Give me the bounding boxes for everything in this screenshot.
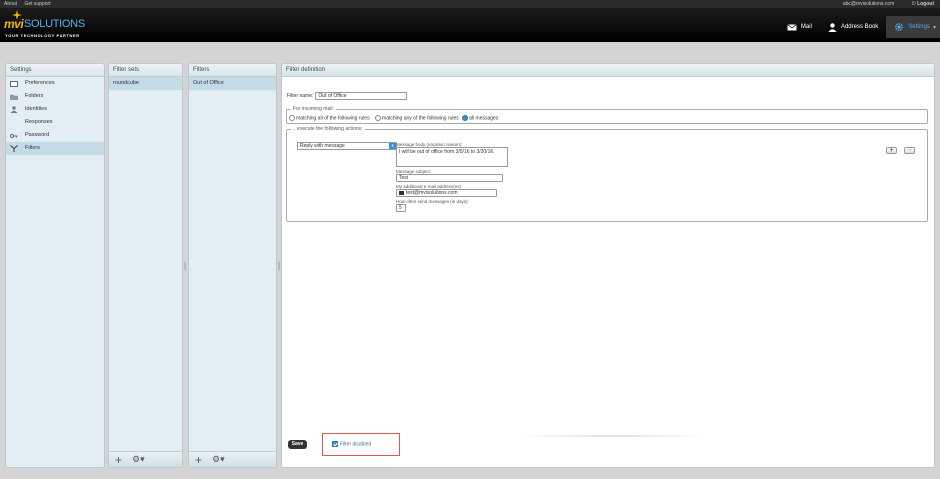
- splitter-handle[interactable]: [278, 262, 280, 270]
- actions-fieldset: ...execute the following actions: Reply …: [286, 126, 928, 222]
- filters-panel: Filters Out of Office + ⚙▾: [188, 63, 277, 468]
- contact-card-icon: [399, 191, 404, 195]
- highlight-box: Filter disabled: [322, 433, 400, 456]
- preferences-icon: [10, 80, 18, 87]
- filter-sets-panel: Filter sets roundcube + ⚙▾: [108, 63, 183, 468]
- settings-item-filters[interactable]: Filters: [6, 142, 104, 155]
- app-header: mvi SOLUTIONS YOUR TECHNOLOGY PARTNER Ma…: [0, 8, 940, 42]
- add-action-button[interactable]: +: [886, 147, 897, 154]
- filter-set-item[interactable]: roundcube: [109, 77, 182, 90]
- filter-sets-footer: + ⚙▾: [109, 451, 182, 467]
- filter-sets-title: Filter sets: [109, 64, 182, 77]
- chevron-down-icon: ▾: [932, 24, 936, 31]
- person-icon: [10, 106, 18, 113]
- add-filter-set-button[interactable]: +: [115, 454, 122, 466]
- filter-disabled-checkbox[interactable]: [332, 441, 338, 447]
- add-filter-button[interactable]: +: [195, 454, 202, 466]
- support-link[interactable]: Get support: [24, 1, 50, 7]
- filter-name-row: Filter name: Out of Office: [287, 92, 928, 100]
- message-subject-input[interactable]: Test: [396, 174, 503, 182]
- user-email: abc@mvisolutions.com: [842, 1, 895, 7]
- filter-icon: [10, 145, 18, 152]
- settings-panel-title: Settings: [6, 64, 104, 77]
- divider: [512, 435, 712, 437]
- nav-mail[interactable]: Mail: [779, 16, 820, 38]
- logout-button[interactable]: ⏻ Logout: [904, 1, 934, 7]
- reply-message-fields: Message body (vacation reason): I will b…: [396, 142, 508, 212]
- mail-icon: [787, 23, 797, 30]
- rule-all-messages-radio[interactable]: [462, 115, 469, 121]
- main-nav: Mail Address Book Settings ▾: [779, 16, 940, 38]
- splitter-handle[interactable]: [184, 262, 186, 270]
- settings-item-identities[interactable]: Identities: [6, 103, 104, 116]
- filter-name-label: Filter name:: [287, 93, 314, 99]
- power-icon: ⏻: [911, 1, 916, 7]
- key-icon: [10, 133, 18, 139]
- additional-address-input[interactable]: test@mvisolutions.com: [396, 189, 497, 197]
- top-line: About Get support abc@mvisolutions.com ⏻…: [0, 0, 940, 8]
- nav-address-book[interactable]: Address Book: [820, 16, 886, 38]
- settings-item-responses[interactable]: Responses: [6, 116, 104, 129]
- filters-title: Filters: [189, 64, 276, 77]
- filter-set-actions-gear-icon[interactable]: ⚙▾: [132, 454, 145, 465]
- select-arrows-icon: ⇕: [389, 143, 396, 149]
- rule-all-radio[interactable]: [289, 115, 295, 121]
- gear-icon: [895, 22, 904, 32]
- save-button[interactable]: Save: [288, 440, 307, 449]
- filter-name-input[interactable]: Out of Office: [315, 92, 408, 100]
- filter-actions-gear-icon[interactable]: ⚙▾: [212, 454, 225, 465]
- filters-footer: + ⚙▾: [189, 451, 276, 467]
- incoming-mail-fieldset: For incoming mail: matching all of the f…: [286, 106, 928, 124]
- filter-disabled-option[interactable]: Filter disabled: [332, 441, 371, 447]
- rule-any-radio[interactable]: [375, 115, 382, 121]
- person-icon: [828, 22, 837, 32]
- settings-item-password[interactable]: Password: [6, 129, 104, 142]
- send-frequency-input[interactable]: 5: [396, 204, 406, 212]
- message-body-textarea[interactable]: I will be out of office from 3/5/16 to 3…: [396, 147, 508, 167]
- folder-icon: [10, 94, 18, 100]
- action-type-select[interactable]: Reply with message ⇕: [297, 142, 397, 150]
- filter-definition-panel: Filter definition Filter name: Out of Of…: [281, 63, 935, 468]
- nav-settings[interactable]: Settings ▾: [886, 16, 940, 38]
- settings-panel: Settings Preferences Folders Identities …: [5, 63, 105, 468]
- send-frequency-label: How often send messages (in days):: [396, 199, 469, 204]
- remove-action-button[interactable]: −: [904, 147, 915, 154]
- settings-item-preferences[interactable]: Preferences: [6, 77, 104, 90]
- filter-item[interactable]: Out of Office: [189, 77, 276, 90]
- about-link[interactable]: About: [4, 1, 17, 7]
- filter-definition-title: Filter definition: [282, 64, 934, 77]
- mvi-logo[interactable]: mvi SOLUTIONS YOUR TECHNOLOGY PARTNER: [4, 10, 96, 39]
- settings-item-folders[interactable]: Folders: [6, 90, 104, 103]
